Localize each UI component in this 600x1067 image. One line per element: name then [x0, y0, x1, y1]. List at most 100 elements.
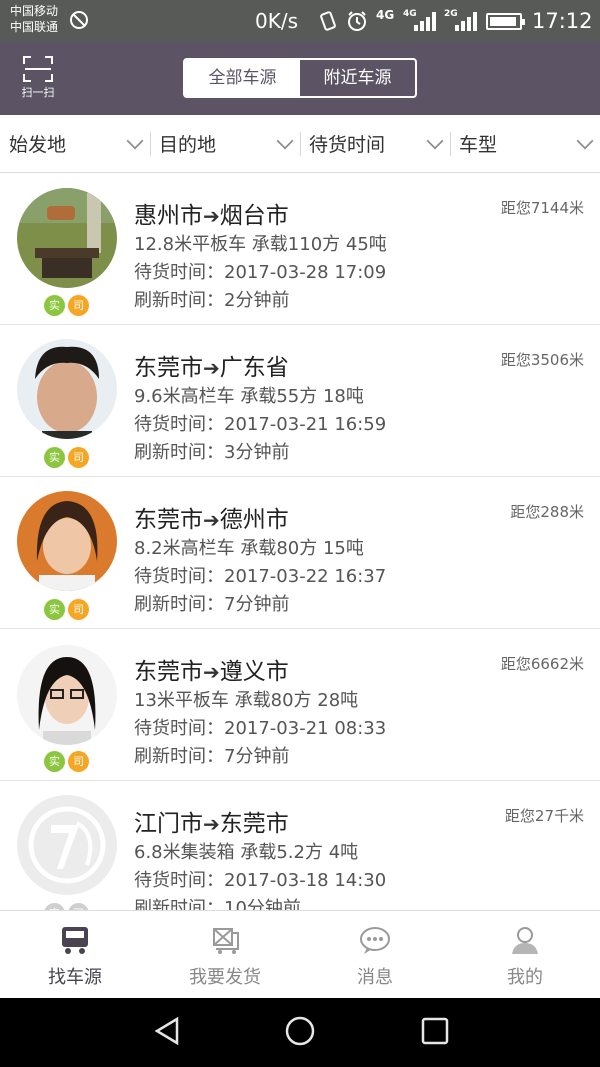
distance: 距您3506米: [500, 351, 584, 369]
verified-badge: 实: [44, 751, 65, 772]
arrow-right-icon: ➔: [203, 508, 220, 532]
filter-wait-time-label: 待货时间: [309, 134, 386, 156]
origin-city: 东莞市: [134, 659, 203, 685]
arrow-right-icon: ➔: [203, 660, 220, 684]
list-item[interactable]: 实 司 东莞市➔广东省 9.6米高栏车 承载55方 18吨 待货时间：2017-…: [0, 325, 600, 477]
verified-badge: 实: [44, 295, 65, 316]
origin-city: 惠州市: [134, 203, 203, 229]
list-item[interactable]: 实 司 惠州市➔烟台市 12.8米平板车 承载110方 45吨 待货时间：201…: [0, 173, 600, 325]
recent-apps-icon[interactable]: [421, 1017, 449, 1045]
refresh-time: 刷新时间：7分钟前: [134, 746, 290, 767]
avatar: [17, 645, 117, 745]
driver-badge: 司: [68, 447, 89, 468]
scan-button[interactable]: 扫一扫: [18, 56, 58, 100]
scan-label: 扫一扫: [21, 86, 55, 99]
filter-vehicle-type-label: 车型: [459, 134, 498, 156]
nav-find-vehicles-label: 找车源: [48, 967, 102, 988]
battery-icon: [486, 13, 525, 30]
nav-find-vehicles[interactable]: 找车源: [0, 911, 150, 998]
route: 东莞市➔遵义市: [134, 652, 289, 686]
avatar: [17, 339, 117, 439]
status-bar: 中国移动 中国联通 0K/s 4G 4G 2G 17:12: [0, 0, 600, 42]
destination-city: 德州市: [219, 507, 289, 533]
truck-icon: [62, 927, 88, 954]
scan-icon: [23, 56, 53, 82]
avatar: [17, 188, 117, 288]
filter-wait-time[interactable]: 待货时间: [300, 115, 450, 173]
truck-spec: 6.8米集装箱 承载5.2方 4吨: [134, 842, 359, 863]
filter-bar: 始发地 目的地 待货时间 车型: [0, 115, 600, 173]
truck-spec: 12.8米平板车 承载110方 45吨: [134, 234, 387, 255]
filter-destination[interactable]: 目的地: [150, 115, 300, 173]
refresh-time: 刷新时间：10分钟前: [134, 898, 301, 910]
destination-city: 遵义市: [219, 659, 289, 685]
cargo-icon: [213, 928, 239, 954]
avatar: [17, 491, 117, 591]
carrier-info: 中国移动 中国联通: [10, 3, 58, 35]
nav-messages-label: 消息: [357, 967, 393, 988]
nav-profile-label: 我的: [507, 967, 543, 988]
filter-origin[interactable]: 始发地: [0, 115, 150, 173]
truck-spec: 8.2米高栏车 承载80方 15吨: [134, 538, 364, 559]
truck-spec: 13米平板车 承载80方 28吨: [134, 690, 359, 711]
verification-badges: 实 司: [44, 903, 89, 910]
avatar: [17, 795, 117, 895]
distance: 距您27千米: [504, 807, 584, 825]
arrow-right-icon: ➔: [203, 204, 220, 228]
driver-badge: 司: [68, 295, 89, 316]
home-icon[interactable]: [284, 1015, 316, 1047]
signal-icon: [414, 11, 436, 31]
arrow-right-icon: ➔: [203, 812, 220, 836]
verification-badges: 实 司: [44, 295, 89, 316]
route: 东莞市➔德州市: [134, 500, 289, 534]
wait-time: 待货时间：2017-03-21 16:59: [134, 414, 387, 435]
tab-all-sources[interactable]: 全部车源: [185, 60, 300, 96]
arrow-right-icon: ➔: [203, 356, 220, 380]
wait-time: 待货时间：2017-03-18 14:30: [134, 870, 387, 891]
verified-badge: 实: [44, 903, 65, 910]
wait-time: 待货时间：2017-03-22 16:37: [134, 566, 387, 587]
verified-badge: 实: [44, 447, 65, 468]
destination-city: 东莞市: [219, 811, 289, 837]
clock: 17:12: [532, 9, 593, 33]
truck-spec: 9.6米高栏车 承载55方 18吨: [134, 386, 364, 407]
nav-profile[interactable]: 我的: [450, 911, 600, 998]
network-speed: 0K/s: [255, 9, 298, 33]
origin-city: 东莞市: [134, 507, 203, 533]
tab-nearby-sources[interactable]: 附近车源: [300, 60, 415, 96]
filter-vehicle-type[interactable]: 车型: [450, 115, 600, 173]
route: 惠州市➔烟台市: [134, 196, 289, 230]
wait-time: 待货时间：2017-03-28 17:09: [134, 262, 387, 283]
origin-city: 江门市: [134, 811, 203, 837]
destination-city: 烟台市: [219, 203, 289, 229]
route: 江门市➔东莞市: [134, 804, 289, 838]
bottom-nav: 找车源 我要发货 消息 我的: [0, 910, 600, 998]
refresh-time: 刷新时间：7分钟前: [134, 594, 290, 615]
origin-city: 东莞市: [134, 355, 203, 381]
nav-messages[interactable]: 消息: [300, 911, 450, 998]
chevron-down-icon: [426, 132, 444, 150]
carrier-name-2: 中国联通: [10, 20, 59, 34]
back-icon[interactable]: [153, 1016, 181, 1046]
carrier-name-1: 中国移动: [10, 4, 59, 18]
vibrate-icon: [320, 11, 336, 31]
refresh-time: 刷新时间：3分钟前: [134, 442, 290, 463]
destination-city: 广东省: [219, 355, 289, 381]
nav-ship-cargo[interactable]: 我要发货: [150, 911, 300, 998]
refresh-time: 刷新时间：2分钟前: [134, 290, 290, 311]
filter-origin-label: 始发地: [9, 134, 67, 156]
driver-badge: 司: [68, 599, 89, 620]
nav-ship-cargo-label: 我要发货: [189, 967, 261, 988]
list-item[interactable]: 实 司 东莞市➔德州市 8.2米高栏车 承载80方 15吨 待货时间：2017-…: [0, 477, 600, 629]
message-icon: [360, 927, 390, 954]
alarm-icon: [348, 11, 366, 31]
network-type-1: 4G: [376, 8, 395, 22]
distance: 距您288米: [510, 503, 584, 521]
distance: 距您7144米: [500, 199, 584, 217]
list-item[interactable]: 实 司 江门市➔东莞市 6.8米集装箱 承载5.2方 4吨 待货时间：2017-…: [0, 781, 600, 910]
filter-destination-label: 目的地: [159, 134, 217, 156]
list-item[interactable]: 实 司 东莞市➔遵义市 13米平板车 承载80方 28吨 待货时间：2017-0…: [0, 629, 600, 781]
chevron-down-icon: [276, 132, 294, 150]
no-sim-icon: [70, 11, 88, 29]
distance: 距您6662米: [500, 655, 584, 673]
